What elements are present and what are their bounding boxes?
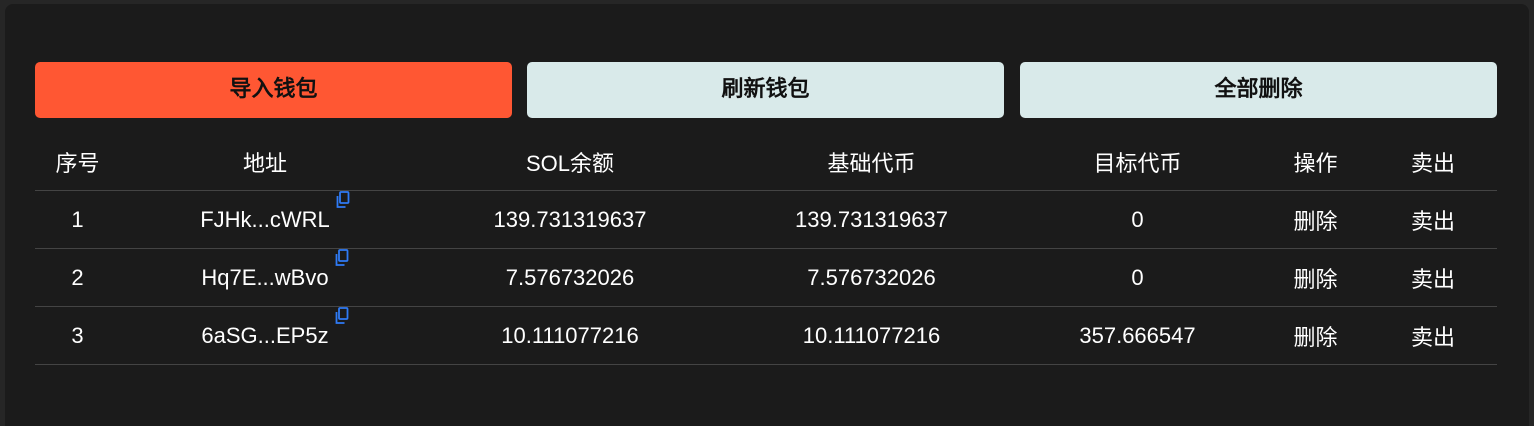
row-address-cell: FJHk...cWRL xyxy=(120,190,410,249)
row-actions-cell: 删除 xyxy=(1262,248,1369,307)
header-sell: 卖出 xyxy=(1369,133,1497,191)
copy-icon[interactable] xyxy=(336,190,350,209)
row-sell-cell: 卖出 xyxy=(1369,248,1497,307)
row-base-token: 139.731319637 xyxy=(730,190,1013,249)
address-wrap: Hq7E...wBvo xyxy=(201,248,348,291)
refresh-wallet-button[interactable]: 刷新钱包 xyxy=(527,62,1004,118)
row-address: 6aSG...EP5z xyxy=(201,322,329,348)
toolbar: 导入钱包 刷新钱包 全部删除 xyxy=(35,62,1497,118)
row-address: Hq7E...wBvo xyxy=(201,264,329,290)
copy-icon[interactable] xyxy=(335,248,349,267)
row-index: 2 xyxy=(35,248,120,307)
table-row: 2 Hq7E...wBvo 7.576732026 7.576732026 0 … xyxy=(35,248,1497,307)
row-actions-cell: 删除 xyxy=(1262,306,1369,365)
row-sol-balance: 10.111077216 xyxy=(410,306,730,365)
wallet-table: 序号 地址 SOL余额 基础代币 目标代币 操作 卖出 1 FJHk...cWR… xyxy=(35,133,1497,365)
header-sol-balance: SOL余额 xyxy=(410,133,730,191)
row-sell-cell: 卖出 xyxy=(1369,190,1497,249)
delete-button[interactable]: 删除 xyxy=(1293,209,1337,234)
table-row: 1 FJHk...cWRL 139.731319637 139.73131963… xyxy=(35,190,1497,249)
table-header-row: 序号 地址 SOL余额 基础代币 目标代币 操作 卖出 xyxy=(35,133,1497,191)
address-wrap: 6aSG...EP5z xyxy=(201,306,348,349)
row-sol-balance: 139.731319637 xyxy=(410,190,730,249)
row-address: FJHk...cWRL xyxy=(200,206,330,232)
sell-button[interactable]: 卖出 xyxy=(1411,209,1455,234)
header-target-token: 目标代币 xyxy=(1013,133,1262,191)
row-sell-cell: 卖出 xyxy=(1369,306,1497,365)
copy-icon[interactable] xyxy=(335,306,349,325)
row-address-cell: 6aSG...EP5z xyxy=(120,306,410,365)
import-wallet-button[interactable]: 导入钱包 xyxy=(35,62,512,118)
header-address: 地址 xyxy=(120,133,410,191)
delete-button[interactable]: 删除 xyxy=(1293,325,1337,350)
delete-all-button[interactable]: 全部删除 xyxy=(1020,62,1497,118)
row-index: 3 xyxy=(35,306,120,365)
row-target-token: 0 xyxy=(1013,248,1262,307)
row-base-token: 10.111077216 xyxy=(730,306,1013,365)
row-target-token: 0 xyxy=(1013,190,1262,249)
sell-button[interactable]: 卖出 xyxy=(1411,267,1455,292)
header-base-token: 基础代币 xyxy=(730,133,1013,191)
row-index: 1 xyxy=(35,190,120,249)
row-sol-balance: 7.576732026 xyxy=(410,248,730,307)
row-actions-cell: 删除 xyxy=(1262,190,1369,249)
table-row: 3 6aSG...EP5z 10.111077216 10.111077216 … xyxy=(35,306,1497,365)
header-actions: 操作 xyxy=(1262,133,1369,191)
row-target-token: 357.666547 xyxy=(1013,306,1262,365)
row-base-token: 7.576732026 xyxy=(730,248,1013,307)
header-index: 序号 xyxy=(35,133,120,191)
row-address-cell: Hq7E...wBvo xyxy=(120,248,410,307)
sell-button[interactable]: 卖出 xyxy=(1411,325,1455,350)
address-wrap: FJHk...cWRL xyxy=(200,190,350,233)
delete-button[interactable]: 删除 xyxy=(1293,267,1337,292)
